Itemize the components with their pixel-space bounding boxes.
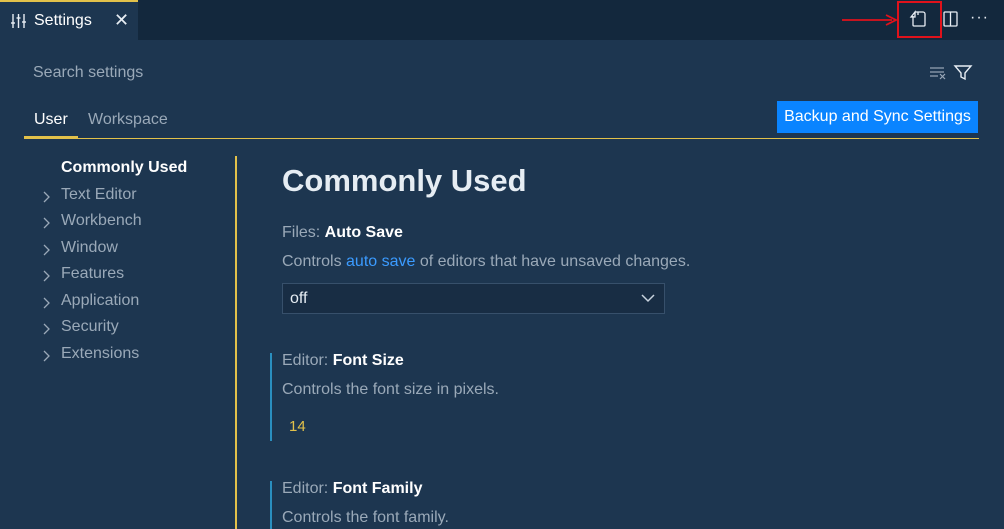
- tab-workspace[interactable]: Workspace: [88, 111, 168, 129]
- annotation-arrow-icon: [842, 14, 898, 26]
- setting-name: Font Family: [332, 480, 423, 497]
- more-actions-icon[interactable]: ···: [970, 9, 989, 27]
- backup-sync-button[interactable]: Backup and Sync Settings: [777, 101, 978, 133]
- toc-divider: [235, 156, 237, 529]
- setting-category: Editor:: [282, 352, 333, 369]
- setting-title-font-family: Editor: Font Family: [282, 480, 422, 498]
- toc-label: Text Editor: [61, 186, 137, 203]
- search-input[interactable]: Search settings: [33, 64, 143, 82]
- active-tab-indicator: [24, 136, 78, 138]
- chevron-right-icon: [43, 191, 50, 203]
- split-editor-icon[interactable]: [940, 8, 962, 30]
- open-settings-json-icon[interactable]: [907, 8, 929, 30]
- settings-tab[interactable]: Settings ✕: [0, 0, 138, 40]
- chevron-right-icon: [43, 323, 50, 335]
- chevron-right-icon: [43, 350, 50, 362]
- desc-text: of editors that have unsaved changes.: [415, 253, 691, 270]
- toc-label: Window: [61, 239, 118, 256]
- modified-indicator: [270, 353, 272, 441]
- section-title: Commonly Used: [282, 163, 527, 198]
- setting-category: Editor:: [282, 480, 333, 497]
- auto-save-link[interactable]: auto save: [346, 253, 415, 270]
- font-size-input[interactable]: 14: [289, 418, 306, 435]
- filter-icon: [953, 65, 973, 81]
- setting-desc-auto-save: Controls auto save of editors that have …: [282, 253, 690, 271]
- chevron-down-icon: [641, 294, 655, 303]
- auto-save-select[interactable]: off: [282, 283, 665, 314]
- settings-sliders-icon: [11, 14, 26, 28]
- modified-indicator: [270, 481, 272, 529]
- setting-category: Files:: [282, 224, 325, 241]
- chevron-right-icon: [43, 297, 50, 309]
- desc-text: Controls: [282, 253, 347, 270]
- setting-desc-font-family: Controls the font family.: [282, 509, 449, 526]
- editor-tab-bar: Settings ✕ ···: [0, 0, 1004, 40]
- setting-title-font-size: Editor: Font Size: [282, 352, 404, 370]
- chevron-right-icon: [43, 244, 50, 256]
- toc-label: Commonly Used: [61, 159, 188, 176]
- chevron-right-icon: [43, 270, 50, 282]
- setting-title-auto-save: Files: Auto Save: [282, 224, 403, 242]
- close-icon[interactable]: ✕: [114, 10, 129, 30]
- clear-filter-icon[interactable]: [928, 64, 976, 82]
- select-value: off: [290, 290, 308, 307]
- setting-name: Auto Save: [324, 224, 403, 241]
- toc-label: Features: [61, 265, 125, 282]
- toc-label: Extensions: [61, 345, 140, 362]
- header-divider: [24, 138, 979, 139]
- setting-name: Font Size: [332, 352, 404, 369]
- setting-desc-font-size: Controls the font size in pixels.: [282, 381, 499, 398]
- tab-label: Settings: [34, 12, 92, 29]
- tab-user[interactable]: User: [34, 111, 68, 129]
- toc-label: Workbench: [61, 212, 142, 229]
- toc-label: Application: [61, 292, 140, 309]
- chevron-right-icon: [43, 217, 50, 229]
- toc-label: Security: [61, 318, 119, 335]
